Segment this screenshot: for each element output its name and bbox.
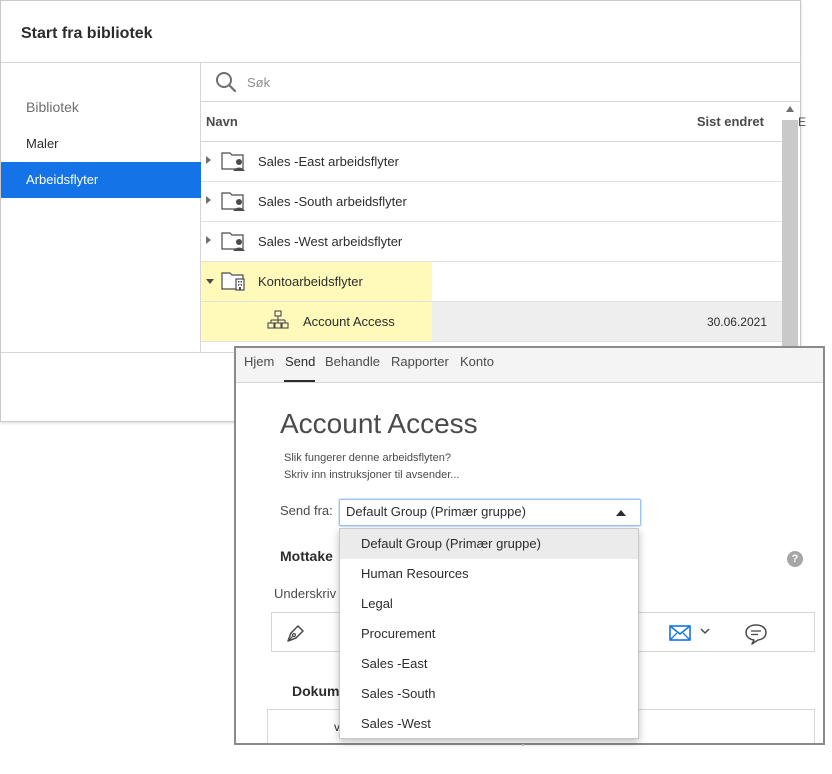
table-row[interactable]: Sales -South arbeidsflyter <box>201 182 782 222</box>
nav-heading: Bibliotek <box>26 99 79 115</box>
send-from-select[interactable]: Default Group (Primær gruppe) <box>339 499 641 526</box>
nav-item-maler[interactable]: Maler <box>1 126 201 162</box>
scroll-up-arrow-icon[interactable] <box>786 106 794 112</box>
search-bar <box>201 62 800 102</box>
table-header: Navn Sist endret <box>201 102 782 142</box>
workflow-icon <box>267 310 289 329</box>
shared-folder-icon <box>221 232 245 251</box>
recipients-heading: Mottake <box>280 548 333 564</box>
expand-caret-icon[interactable] <box>206 236 211 244</box>
tab-send[interactable]: Send <box>285 354 315 369</box>
signer-label: Underskriv <box>274 586 337 601</box>
footer-divider <box>1 352 236 353</box>
dropdown-option[interactable]: Default Group (Primær gruppe) <box>340 529 638 559</box>
row-date: 30.06.2021 <box>706 315 767 329</box>
account-folder-icon <box>221 272 245 291</box>
mail-icon[interactable] <box>669 625 691 641</box>
table-row-selected[interactable]: Account Access 30.06.2021 <box>201 302 782 342</box>
tab-hjem[interactable]: Hjem <box>244 354 274 369</box>
collapse-caret-icon[interactable] <box>206 279 214 284</box>
clipped-text: E <box>798 115 807 129</box>
workflow-title: Account Access <box>280 408 478 439</box>
library-nav: Bibliotek Maler Arbeidsflyter <box>1 63 201 353</box>
dropdown-option[interactable]: Legal <box>340 589 638 619</box>
workflow-description-line2: Skriv inn instruksjoner til avsender... <box>284 469 460 481</box>
search-icon[interactable] <box>215 71 237 93</box>
tab-rapporter[interactable]: Rapporter <box>391 354 449 369</box>
dropdown-option[interactable]: Procurement <box>340 619 638 649</box>
scrollbar-thumb[interactable] <box>782 120 798 351</box>
search-input[interactable] <box>247 69 747 95</box>
top-nav-tabs: Hjem Send Behandle Rapporter Konto <box>236 348 823 383</box>
table-row[interactable]: Kontoarbeidsflyter <box>201 262 782 302</box>
row-label: Kontoarbeidsflyter <box>258 274 363 289</box>
dropdown-option[interactable]: Human Resources <box>340 559 638 589</box>
chat-icon[interactable] <box>744 623 768 645</box>
tab-behandle[interactable]: Behandle <box>325 354 380 369</box>
chevron-up-icon <box>616 510 626 516</box>
row-label: Sales -West arbeidsflyter <box>258 234 403 249</box>
row-label: Sales -South arbeidsflyter <box>258 194 407 209</box>
row-label: Account Access <box>303 314 395 329</box>
chevron-down-icon[interactable] <box>700 627 710 635</box>
help-icon[interactable]: ? <box>787 551 803 567</box>
table-row[interactable]: Sales -West arbeidsflyter <box>201 222 782 262</box>
pen-icon[interactable] <box>285 622 307 644</box>
dialog-title: Start fra bibliotek <box>21 25 153 42</box>
shared-folder-icon <box>221 192 245 211</box>
documents-heading: Dokum <box>292 683 340 699</box>
dropdown-option[interactable]: Sales -East <box>340 649 638 679</box>
nav-item-arbeidsflyter[interactable]: Arbeidsflyter <box>1 162 201 198</box>
active-tab-indicator <box>284 380 315 382</box>
shared-folder-icon <box>221 152 245 171</box>
table-row[interactable]: Sales -East arbeidsflyter <box>201 142 782 182</box>
send-from-label: Send fra: <box>280 503 333 518</box>
dropdown-option[interactable]: Sales -South <box>340 679 638 709</box>
row-label: Sales -East arbeidsflyter <box>258 154 399 169</box>
expand-caret-icon[interactable] <box>206 156 211 164</box>
dropdown-option[interactable]: Sales -West <box>340 709 638 739</box>
divider-dot <box>522 744 524 746</box>
column-header-name[interactable]: Navn <box>206 114 238 129</box>
expand-caret-icon[interactable] <box>206 196 211 204</box>
tab-konto[interactable]: Konto <box>460 354 494 369</box>
column-header-date[interactable]: Sist endret <box>697 114 764 129</box>
send-from-selected-value: Default Group (Primær gruppe) <box>346 504 526 519</box>
send-from-dropdown-list: Default Group (Primær gruppe) Human Reso… <box>339 528 639 739</box>
workflow-description-line1: Slik fungerer denne arbeidsflyten? <box>284 452 451 464</box>
